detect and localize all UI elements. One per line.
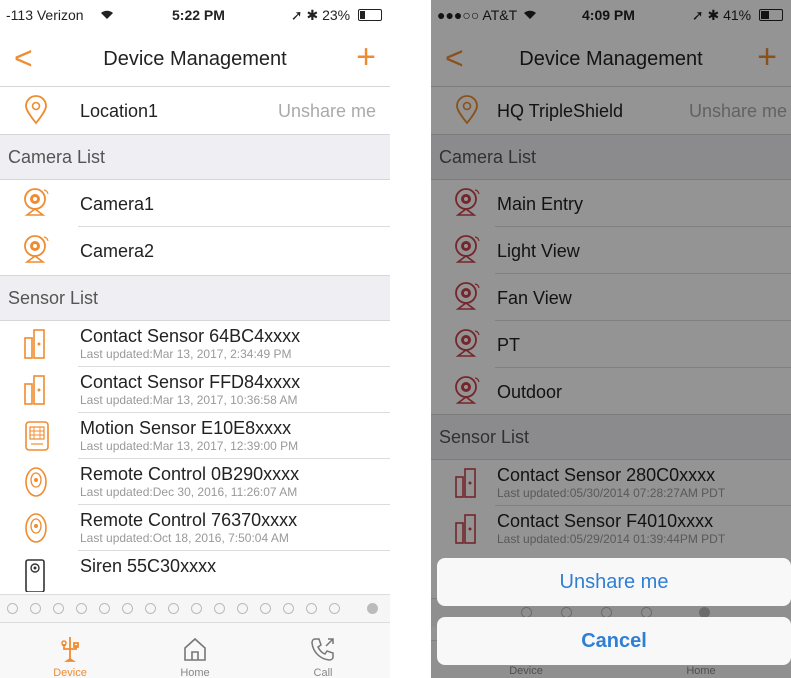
sensor-list-header: Sensor List — [0, 275, 390, 321]
location-row[interactable]: Location1 Unshare me — [0, 87, 390, 135]
battery-status: ➚ ✱ 23% — [291, 7, 382, 24]
page-dot — [306, 603, 317, 614]
sensor-row[interactable]: Remote Control 0B290xxxx Last updated:De… — [0, 459, 390, 505]
motion-sensor-icon — [24, 420, 50, 457]
page-dot — [76, 603, 87, 614]
sensor-row[interactable]: Siren 55C30xxxx — [0, 551, 390, 597]
tab-label: Call — [313, 667, 333, 678]
page-dot — [30, 603, 41, 614]
location-pin-icon — [24, 95, 48, 130]
contact-sensor-icon — [24, 328, 46, 365]
tab-call[interactable]: Call — [278, 623, 368, 678]
sensor-name: Contact Sensor FFD84xxxx — [80, 372, 301, 392]
camera-name: Camera1 — [80, 194, 155, 214]
sensor-name: Motion Sensor E10E8xxxx — [80, 418, 292, 438]
camera-list-header: Camera List — [0, 134, 390, 180]
sensor-updated: Last updated:Dec 30, 2016, 11:26:07 AM — [80, 485, 298, 499]
battery-percent: 23% — [322, 7, 351, 23]
page-dot — [7, 603, 18, 614]
sensor-row[interactable]: Contact Sensor FFD84xxxx Last updated:Ma… — [0, 367, 390, 413]
sensor-updated: Last updated:Mar 13, 2017, 2:34:49 PM — [80, 347, 292, 361]
sensor-row[interactable]: Contact Sensor 64BC4xxxx Last updated:Ma… — [0, 321, 390, 367]
remote-control-icon — [24, 466, 48, 503]
battery-icon — [358, 9, 382, 21]
page-dot — [99, 603, 110, 614]
page-dot — [122, 603, 133, 614]
add-device-button[interactable]: + — [356, 38, 376, 76]
device-usb-icon — [61, 637, 79, 662]
page-dot — [191, 603, 202, 614]
page-dot — [283, 603, 294, 614]
page-title: Device Management — [103, 48, 287, 70]
location-arrow-icon: ➚ — [290, 7, 303, 23]
contact-sensor-icon — [24, 374, 46, 411]
page-dot — [214, 603, 225, 614]
sensor-name: Siren 55C30xxxx — [80, 556, 217, 576]
tab-device[interactable]: Device — [25, 623, 115, 678]
tab-bar: Device Home Call — [0, 622, 390, 678]
camera-row[interactable]: Camera2 — [0, 227, 390, 274]
remote-control-icon — [24, 512, 48, 549]
tab-label: Home — [180, 667, 210, 678]
camera-row[interactable]: Camera1 — [0, 180, 390, 227]
call-icon — [311, 638, 334, 661]
page-dot — [237, 603, 248, 614]
status-bar: -113 Verizon 5:22 PM ➚ ✱ 23% — [0, 0, 390, 30]
sensor-name: Remote Control 0B290xxxx — [80, 464, 300, 484]
camera-icon — [22, 234, 50, 271]
sensor-name: Contact Sensor 64BC4xxxx — [80, 326, 301, 346]
bluetooth-icon: ✱ — [306, 7, 319, 23]
camera-list-title: Camera List — [8, 147, 106, 167]
page-indicator — [0, 594, 390, 623]
sensor-updated: Last updated:Oct 18, 2016, 7:50:04 AM — [80, 531, 289, 545]
sensor-name: Remote Control 76370xxxx — [80, 510, 298, 530]
unshare-me-button[interactable]: Unshare me — [437, 558, 791, 606]
location-name: Location1 — [80, 101, 159, 121]
cancel-button[interactable]: Cancel — [437, 617, 791, 665]
clock: 5:22 PM — [172, 7, 225, 23]
tab-label: Device — [53, 667, 87, 678]
sensor-updated: Last updated:Mar 13, 2017, 12:39:00 PM — [80, 439, 299, 453]
page-dot — [168, 603, 179, 614]
sensor-updated: Last updated:Mar 13, 2017, 10:36:58 AM — [80, 393, 298, 407]
home-icon — [184, 637, 206, 661]
carrier-signal: -113 Verizon — [6, 7, 84, 23]
camera-name: Camera2 — [80, 241, 155, 261]
left-phone-screen: -113 Verizon 5:22 PM ➚ ✱ 23% < Device Ma… — [0, 0, 390, 678]
siren-icon — [24, 558, 46, 597]
sensor-row[interactable]: Motion Sensor E10E8xxxx Last updated:Mar… — [0, 413, 390, 459]
wifi-icon — [100, 7, 114, 23]
page-dot — [53, 603, 64, 614]
sensor-list-title: Sensor List — [8, 288, 99, 308]
page-dot — [260, 603, 271, 614]
tab-home[interactable]: Home — [150, 623, 240, 678]
nav-bar: < Device Management + — [0, 32, 390, 87]
camera-icon — [22, 187, 50, 224]
right-phone-screen: ●●●○○ AT&T 4:09 PM ➚ ✱ 41% < Device Mana… — [431, 0, 791, 678]
unshare-button[interactable]: Unshare me — [278, 101, 376, 122]
page-dot — [329, 603, 340, 614]
page-dot — [145, 603, 156, 614]
page-dot-active — [367, 603, 378, 614]
sensor-row[interactable]: Remote Control 76370xxxx Last updated:Oc… — [0, 505, 390, 551]
